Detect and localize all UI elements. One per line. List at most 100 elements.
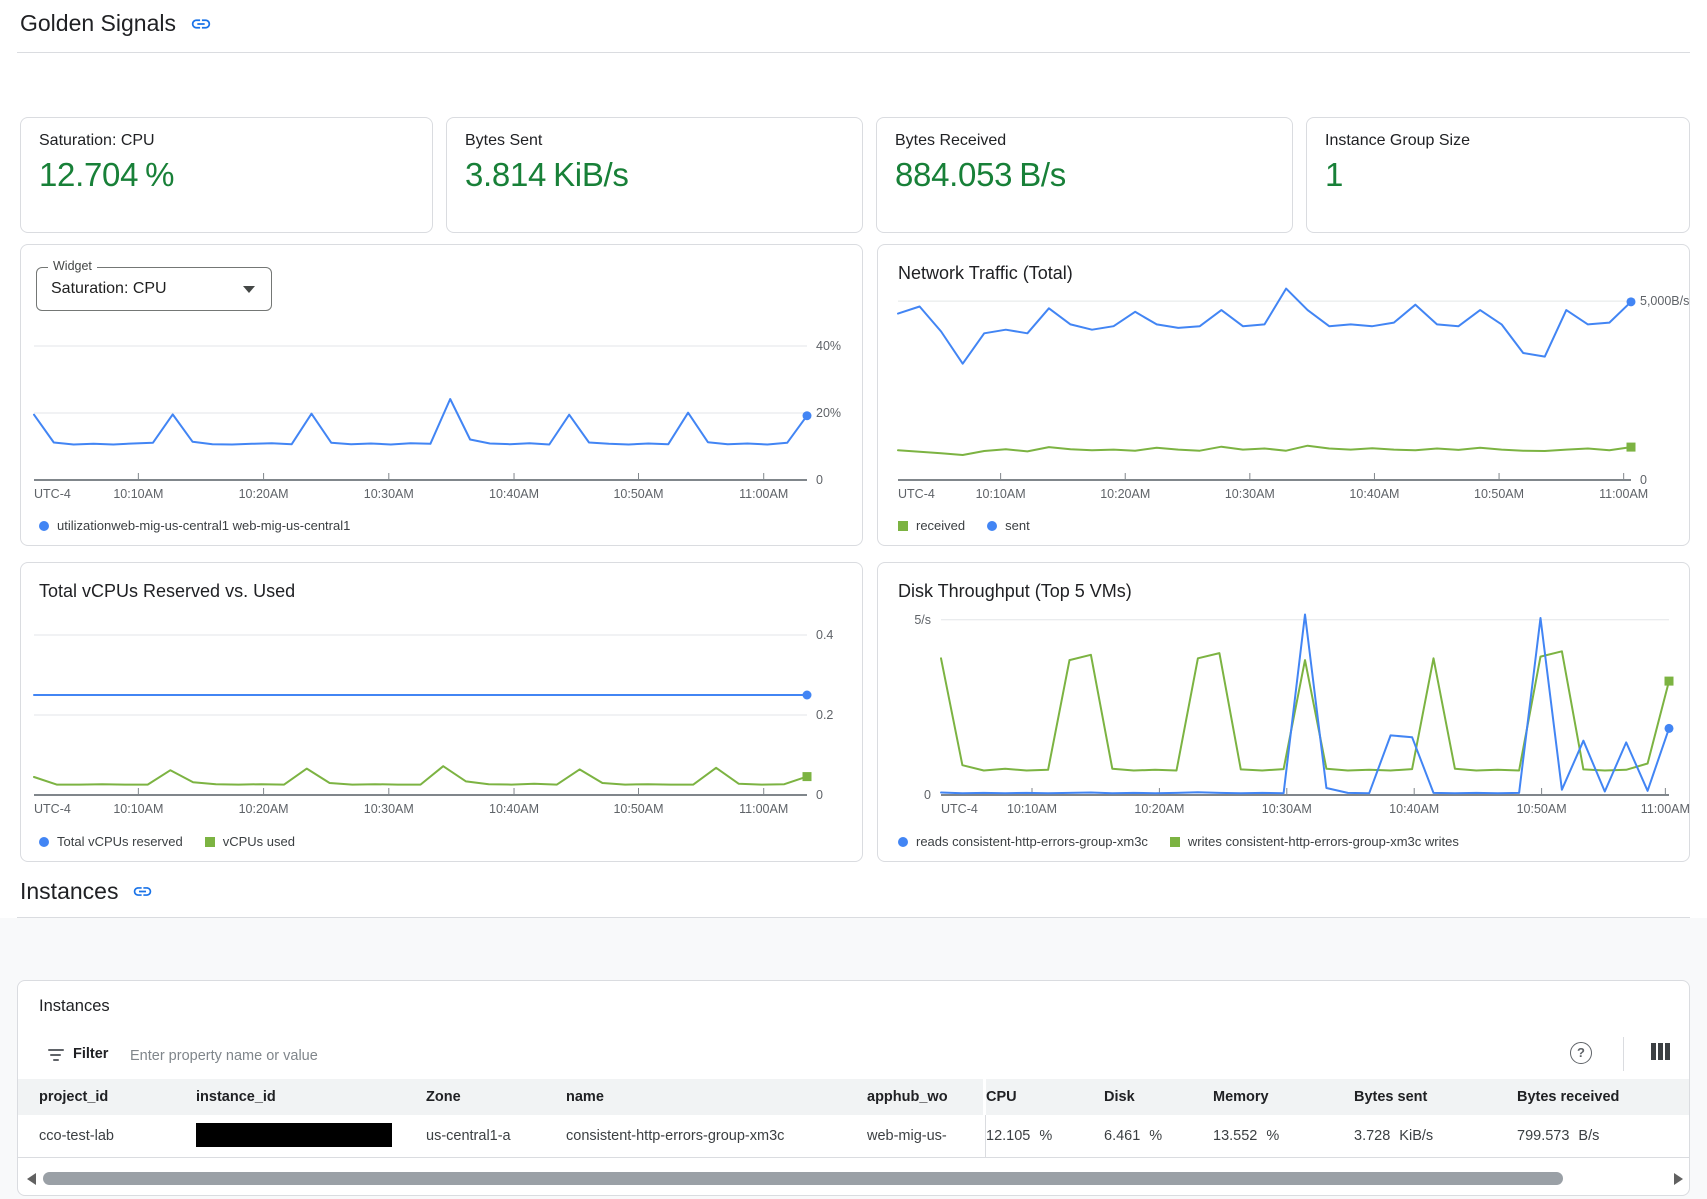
table-header-row: project_id instance_id Zone name apphub_…: [18, 1079, 1689, 1115]
section-link-icon[interactable]: [190, 13, 212, 35]
legend-label: received: [916, 518, 965, 533]
golden-signals-header: Golden Signals: [20, 10, 212, 37]
redacted-instance-id: [196, 1123, 392, 1147]
golden-signals-title: Golden Signals: [20, 10, 176, 37]
scroll-right-arrow-icon[interactable]: [1674, 1173, 1683, 1185]
disk-throughput-chart-plot[interactable]: 5/s010:10AM10:20AM10:30AM10:40AM10:50AM1…: [941, 611, 1669, 795]
legend-label: vCPUs used: [223, 834, 295, 849]
scorecard-value: 1: [1325, 156, 1350, 194]
column-display-icon[interactable]: [1651, 1043, 1670, 1060]
filter-row: Filter ?: [18, 1033, 1689, 1079]
saturation-cpu-chart-legend: utilizationweb-mig-us-central1 web-mig-u…: [39, 518, 350, 533]
instances-header: Instances: [20, 878, 154, 905]
column-header-name[interactable]: name: [566, 1079, 867, 1115]
header-divider: [17, 52, 1690, 53]
legend-item-sent[interactable]: sent: [987, 518, 1030, 533]
scorecard-saturation-cpu: Saturation: CPU 12.704%: [20, 117, 433, 233]
chart-title: Disk Throughput (Top 5 VMs): [898, 581, 1132, 602]
blue-dot-legend-marker: [39, 521, 49, 531]
legend-item-reads[interactable]: reads consistent-http-errors-group-xm3c: [898, 834, 1148, 849]
cell-memory: 13.552%: [1213, 1115, 1354, 1157]
cell-instance-id: [196, 1115, 426, 1157]
legend-label: utilizationweb-mig-us-central1 web-mig-u…: [57, 518, 350, 533]
widget-select[interactable]: Widget Saturation: CPU: [36, 267, 272, 311]
instances-table-card: Instances Filter ? project_id instance_i…: [17, 980, 1690, 1196]
network-traffic-chart-card: Network Traffic (Total) 5,000B/s010:10AM…: [877, 244, 1690, 546]
chart-title: Network Traffic (Total): [898, 263, 1073, 284]
scorecard-label: Bytes Sent: [465, 132, 542, 150]
filter-icon: [48, 1049, 65, 1062]
cell-bytes-sent: 3.728KiB/s: [1354, 1115, 1517, 1157]
legend-label: writes consistent-http-errors-group-xm3c…: [1188, 834, 1459, 849]
column-header-memory[interactable]: Memory: [1213, 1079, 1354, 1115]
saturation-cpu-chart-card: Widget Saturation: CPU 40%20%010:10AM10:…: [20, 244, 863, 546]
scorecard-bytes-received: Bytes Received 884.053B/s: [876, 117, 1293, 233]
cell-apphub-workload: web-mig-us-: [867, 1115, 986, 1157]
cell-cpu: 12.105%: [986, 1115, 1104, 1157]
network-traffic-chart-legend: received sent: [898, 518, 1030, 533]
scorecard-bytes-sent: Bytes Sent 3.814KiB/s: [446, 117, 863, 233]
cell-name: consistent-http-errors-group-xm3c: [566, 1115, 867, 1157]
cell-bytes-received: 799.573B/s: [1517, 1115, 1691, 1157]
dropdown-caret-icon: [243, 286, 255, 293]
horizontal-scrollbar-thumb[interactable]: [43, 1172, 1563, 1185]
disk-throughput-chart-card: Disk Throughput (Top 5 VMs) 5/s010:10AM1…: [877, 562, 1690, 862]
filter-input[interactable]: [128, 1041, 832, 1071]
column-header-instance-id[interactable]: instance_id: [196, 1079, 426, 1115]
column-header-bytes-received[interactable]: Bytes received: [1517, 1079, 1691, 1115]
vcpus-chart-card: Total vCPUs Reserved vs. Used 0.40.2010:…: [20, 562, 863, 862]
legend-label: reads consistent-http-errors-group-xm3c: [916, 834, 1148, 849]
scorecard-unit: KiB/s: [553, 156, 629, 194]
column-header-disk[interactable]: Disk: [1104, 1079, 1213, 1115]
vcpus-chart-plot[interactable]: 0.40.2010:10AM10:20AM10:30AM10:40AM10:50…: [34, 619, 807, 795]
cell-disk: 6.461%: [1104, 1115, 1213, 1157]
scorecard-unit: %: [145, 156, 174, 194]
column-header-project-id[interactable]: project_id: [39, 1079, 196, 1115]
scorecard-number: 3.814: [465, 156, 546, 194]
legend-label: Total vCPUs reserved: [57, 834, 183, 849]
instances-divider: [17, 917, 1690, 918]
scorecard-number: 884.053: [895, 156, 1012, 194]
legend-item-used[interactable]: vCPUs used: [205, 834, 295, 849]
scorecard-label: Bytes Received: [895, 132, 1006, 150]
instances-table-title: Instances: [39, 997, 110, 1016]
dashboard-page: Golden Signals Saturation: CPU 12.704% B…: [0, 0, 1707, 1199]
scorecard-value: 12.704%: [39, 156, 174, 194]
widget-select-value: Saturation: CPU: [51, 268, 167, 310]
scorecard-number: 12.704: [39, 156, 138, 194]
vcpus-chart-legend: Total vCPUs reserved vCPUs used: [39, 834, 295, 849]
legend-label: sent: [1005, 518, 1030, 533]
green-square-legend-marker: [1170, 837, 1180, 847]
scorecard-label: Saturation: CPU: [39, 132, 155, 150]
cell-project-id: cco-test-lab: [39, 1115, 196, 1157]
blue-dot-legend-marker: [987, 521, 997, 531]
legend-item-utilization[interactable]: utilizationweb-mig-us-central1 web-mig-u…: [39, 518, 350, 533]
section-link-icon[interactable]: [132, 881, 154, 903]
green-square-legend-marker: [898, 521, 908, 531]
scorecard-value: 884.053B/s: [895, 156, 1066, 194]
legend-item-reserved[interactable]: Total vCPUs reserved: [39, 834, 183, 849]
instances-title: Instances: [20, 878, 118, 905]
scorecard-unit: B/s: [1019, 156, 1066, 194]
network-traffic-chart-plot[interactable]: 5,000B/s010:10AM10:20AM10:30AM10:40AM10:…: [898, 297, 1631, 480]
green-square-legend-marker: [205, 837, 215, 847]
chart-title: Total vCPUs Reserved vs. Used: [39, 581, 295, 602]
cell-zone: us-central1-a: [426, 1115, 566, 1157]
scorecard-instance-group-size: Instance Group Size 1: [1306, 117, 1690, 233]
saturation-cpu-chart-plot[interactable]: 40%20%010:10AM10:20AM10:30AM10:40AM10:50…: [34, 336, 807, 480]
legend-item-writes[interactable]: writes consistent-http-errors-group-xm3c…: [1170, 834, 1459, 849]
column-header-bytes-sent[interactable]: Bytes sent: [1354, 1079, 1517, 1115]
scroll-left-arrow-icon[interactable]: [27, 1173, 36, 1185]
scorecard-number: 1: [1325, 156, 1343, 194]
legend-item-received[interactable]: received: [898, 518, 965, 533]
disk-throughput-chart-legend: reads consistent-http-errors-group-xm3c …: [898, 834, 1459, 849]
column-header-cpu[interactable]: CPU: [986, 1079, 1104, 1115]
filter-label: Filter: [73, 1046, 108, 1062]
blue-dot-legend-marker: [898, 837, 908, 847]
table-row[interactable]: cco-test-lab us-central1-a consistent-ht…: [18, 1115, 1689, 1158]
help-icon[interactable]: ?: [1570, 1042, 1592, 1064]
column-header-apphub[interactable]: apphub_wo: [867, 1079, 986, 1115]
column-header-zone[interactable]: Zone: [426, 1079, 566, 1115]
toolbar-separator: [1623, 1037, 1624, 1071]
blue-dot-legend-marker: [39, 837, 49, 847]
